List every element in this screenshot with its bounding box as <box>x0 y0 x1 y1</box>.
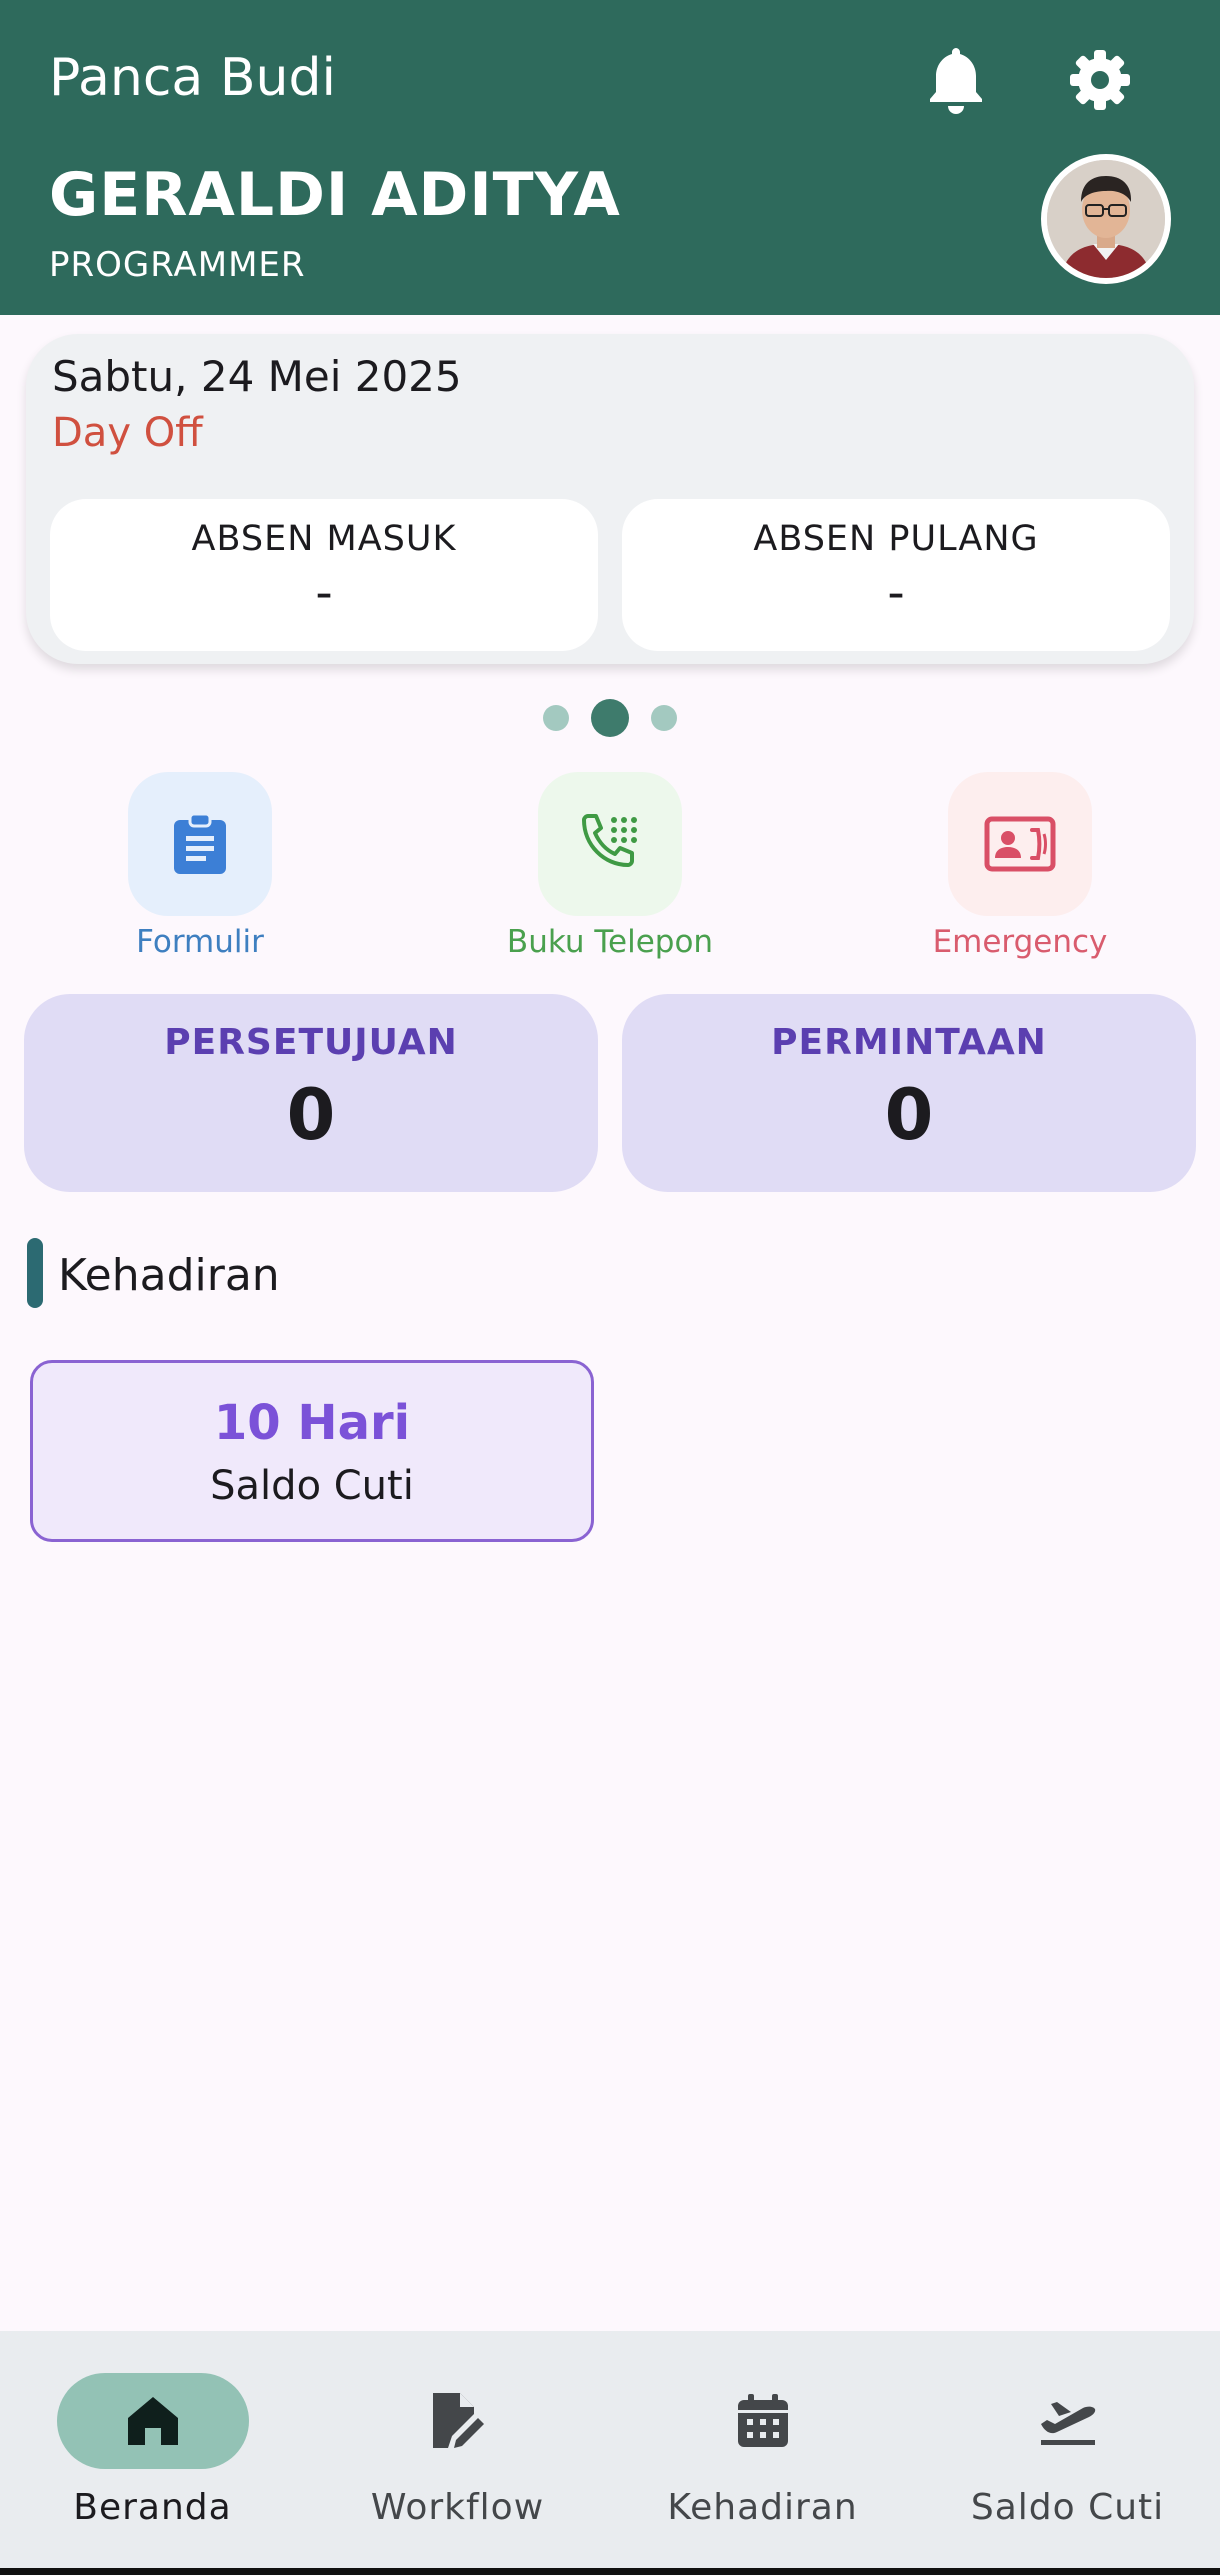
plane-departure-icon <box>972 2373 1164 2469</box>
leave-balance-card[interactable]: 10 Hari Saldo Cuti <box>30 1360 594 1542</box>
nav-label: Kehadiran <box>667 2487 858 2528</box>
request-card[interactable]: PERMINTAAN 0 <box>622 994 1196 1192</box>
nav-label: Workflow <box>370 2487 545 2528</box>
nav-kehadiran[interactable]: Kehadiran <box>610 2331 915 2575</box>
home-icon <box>56 2373 249 2469</box>
user-name: GERALDI ADITYA <box>49 160 621 230</box>
phone-dialpad-icon <box>538 772 682 916</box>
shortcut-phonebook[interactable]: Buku Telepon <box>460 772 760 960</box>
document-edit-icon <box>362 2373 554 2469</box>
pager-dot[interactable] <box>543 705 569 731</box>
check-in-box: ABSEN MASUK - <box>50 499 598 651</box>
user-role: PROGRAMMER <box>49 245 306 285</box>
attendance-date: Sabtu, 24 Mei 2025 <box>52 352 462 401</box>
approval-label: PERSETUJUAN <box>164 1022 458 1063</box>
approval-card[interactable]: PERSETUJUAN 0 <box>24 994 598 1192</box>
check-out-label: ABSEN PULANG <box>753 519 1039 559</box>
shortcut-label: Formulir <box>136 924 264 960</box>
app-title: Panca Budi <box>49 48 336 108</box>
leave-balance-label: Saldo Cuti <box>210 1463 414 1509</box>
check-in-label: ABSEN MASUK <box>191 519 457 559</box>
request-count: 0 <box>884 1074 934 1156</box>
attendance-status: Day Off <box>52 410 203 456</box>
pager-dot-active[interactable] <box>591 699 629 737</box>
attendance-card[interactable]: Sabtu, 24 Mei 2025 Day Off ABSEN MASUK -… <box>26 334 1194 664</box>
check-in-value: - <box>315 565 333 621</box>
pager-dot[interactable] <box>651 705 677 731</box>
shortcut-label: Emergency <box>932 924 1108 960</box>
shortcut-formulir[interactable]: Formulir <box>50 772 350 960</box>
section-title: Kehadiran <box>58 1250 280 1301</box>
clipboard-icon <box>128 772 272 916</box>
section-accent-bar <box>27 1238 43 1308</box>
nav-beranda[interactable]: Beranda <box>0 2331 305 2575</box>
leave-balance-value: 10 Hari <box>213 1395 411 1451</box>
nav-saldo-cuti[interactable]: Saldo Cuti <box>915 2331 1220 2575</box>
calendar-icon <box>667 2373 859 2469</box>
contact-phone-icon <box>948 772 1092 916</box>
settings-gear-icon[interactable] <box>1068 48 1132 112</box>
notification-bell-icon[interactable] <box>925 44 987 116</box>
approval-count: 0 <box>286 1074 336 1156</box>
check-out-box: ABSEN PULANG - <box>622 499 1170 651</box>
nav-label: Beranda <box>73 2487 232 2528</box>
check-out-value: - <box>887 565 905 621</box>
avatar[interactable] <box>1041 154 1171 284</box>
nav-label: Saldo Cuti <box>970 2487 1165 2528</box>
shortcut-label: Buku Telepon <box>506 924 714 960</box>
nav-workflow[interactable]: Workflow <box>305 2331 610 2575</box>
request-label: PERMINTAAN <box>771 1022 1047 1063</box>
app-header: Panca Budi GERALDI ADITYA PROGRAMMER <box>0 0 1220 315</box>
shortcut-emergency[interactable]: Emergency <box>870 772 1170 960</box>
system-gesture-bar <box>0 2568 1220 2575</box>
bottom-navigation: Beranda Workflow Kehadiran Saldo Cuti <box>0 2331 1220 2575</box>
